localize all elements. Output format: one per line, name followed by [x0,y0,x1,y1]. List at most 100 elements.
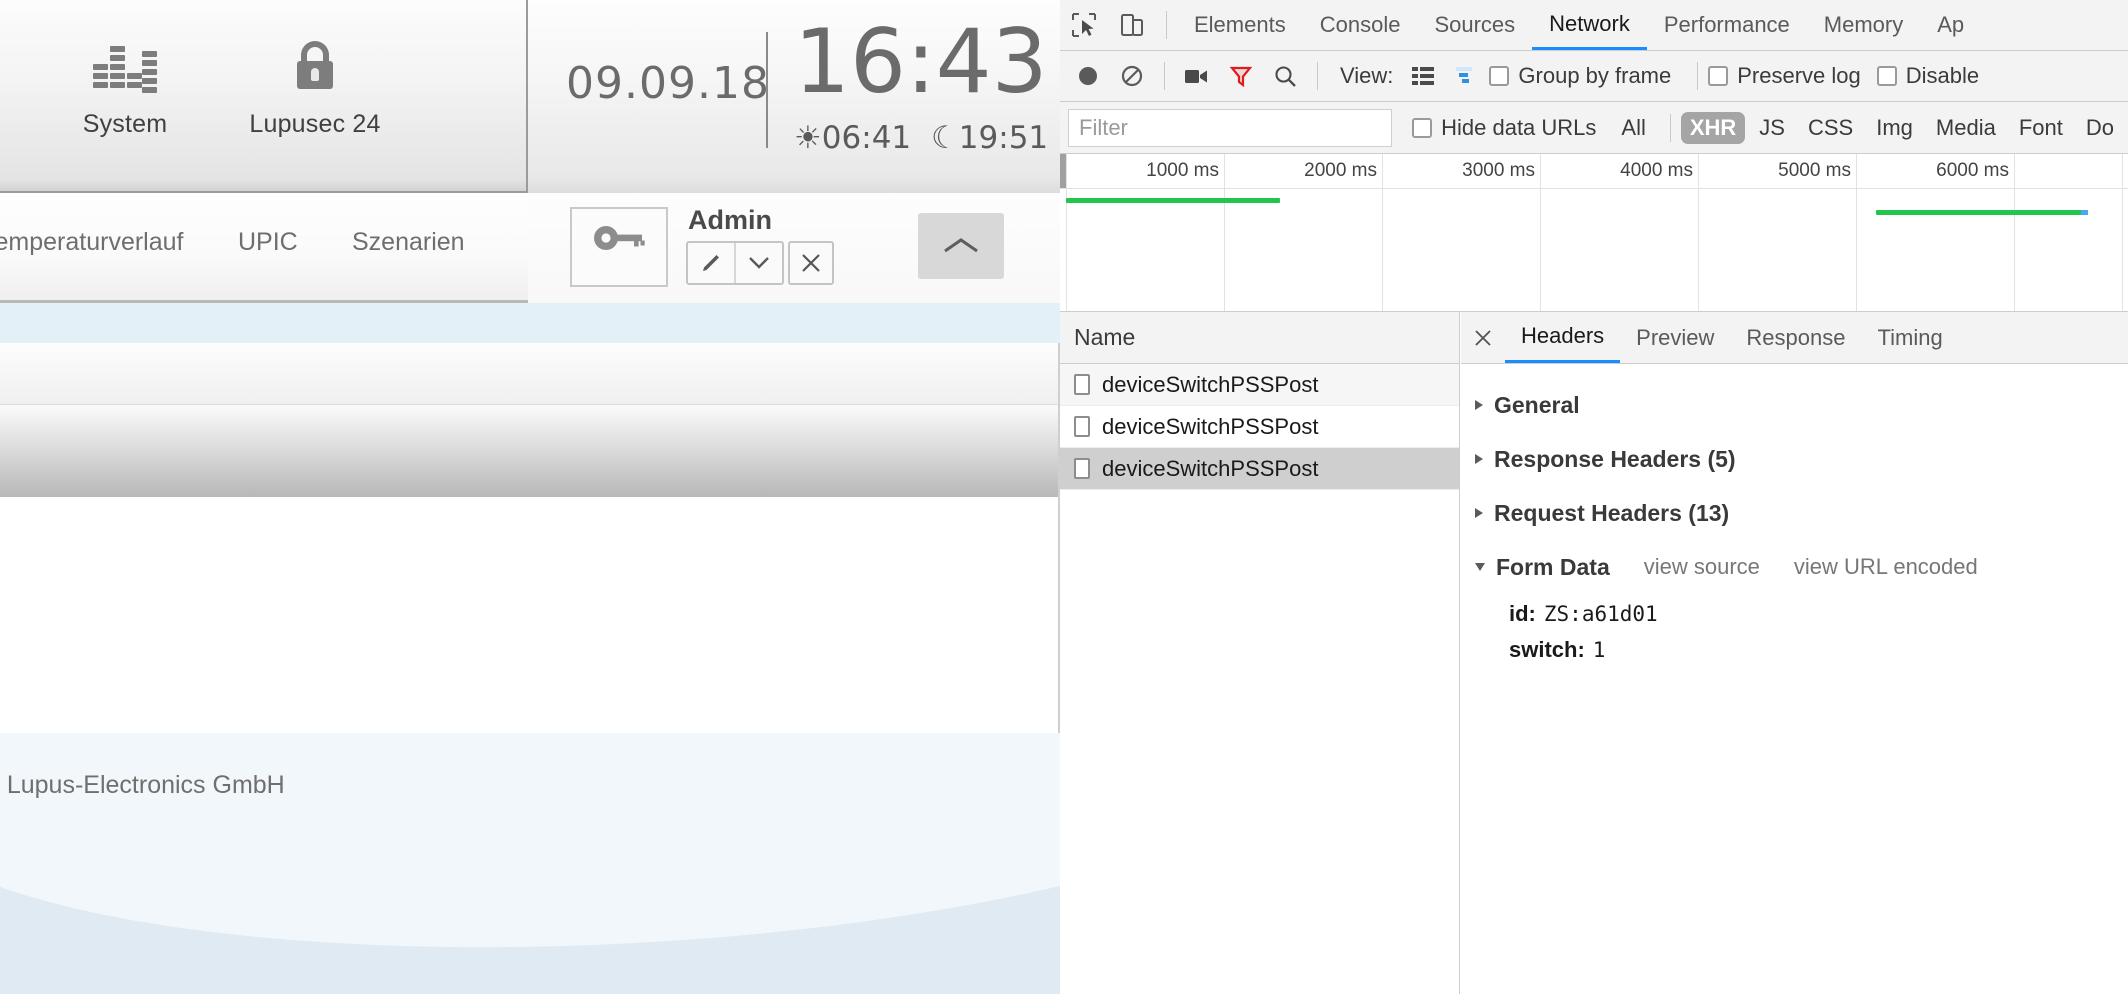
app-sub-navigation-bar: Temperaturverlauf UPIC Szenarien [0,193,528,303]
search-icon[interactable] [1263,54,1307,98]
list-view-icon[interactable] [1401,54,1445,98]
tab-memory[interactable]: Memory [1807,0,1920,50]
timeline-tick-label-4000: 4000 ms [1620,160,1693,181]
inspect-element-icon[interactable] [1060,0,1108,50]
disable-cache-checkbox-box[interactable] [1876,66,1897,86]
nav-item-lupusec24-label: Lupusec 24 [249,110,381,138]
waterfall-view-icon[interactable] [1445,54,1489,98]
app-footer: 8 Lupus-Electronics GmbH [0,733,1060,994]
network-timeline-overview[interactable]: 1000 ms 2000 ms 3000 ms 4000 ms 5000 ms … [1060,154,2128,312]
camera-icon[interactable] [1175,54,1219,98]
tab-response[interactable]: Response [1730,312,1861,363]
subnav-item-upic[interactable]: UPIC [238,228,298,257]
key-icon[interactable] [570,207,668,287]
sun-icon: ☀ [794,120,822,156]
group-by-frame-checkbox-box[interactable] [1489,66,1510,86]
triangle-right-icon [1475,400,1483,410]
form-data-key: id: [1509,601,1536,626]
subnav-item-temperaturverlauf[interactable]: Temperaturverlauf [0,228,183,257]
tab-headers[interactable]: Headers [1505,312,1621,363]
document-icon [1074,416,1090,437]
section-form-data-label: Form Data [1496,553,1610,580]
type-filter-font[interactable]: Font [2010,112,2072,144]
disable-cache-checkbox[interactable]: Disable [1876,63,1980,89]
tab-console[interactable]: Console [1303,0,1418,50]
chevron-up-icon[interactable] [918,213,1004,279]
sunset-time: 19:51 [958,120,1049,156]
sunrise-sunset-row: ☀06:41 ☾19:51 [794,120,1048,156]
document-icon [1074,458,1090,479]
type-filter-xhr[interactable]: XHR [1680,111,1746,144]
type-filter-css[interactable]: CSS [1799,112,1862,144]
funnel-icon[interactable] [1219,54,1263,98]
timeline-tick-label-5000: 5000 ms [1778,160,1851,181]
type-filter-doc[interactable]: Do [2077,112,2123,144]
list-item[interactable]: deviceSwitchPSSPost [1060,406,1459,448]
lock-icon [220,34,410,96]
nav-item-lupusec24[interactable]: Lupusec 24 [220,34,410,139]
app-top-navigation-bar: g [0,0,1060,193]
preserve-log-checkbox-box[interactable] [1708,66,1729,86]
timeline-tick-label-3000: 3000 ms [1462,160,1535,181]
form-data-key: switch: [1509,637,1585,662]
close-icon[interactable] [788,241,834,285]
section-request-headers[interactable]: Request Headers (13) [1461,494,2128,532]
type-filter-img[interactable]: Img [1867,112,1922,144]
moon-icon: ☾ [931,120,959,156]
disable-cache-label: Disable [1905,63,1980,88]
view-source-link[interactable]: view source [1644,554,1760,580]
hide-data-urls-checkbox[interactable]: Hide data URLs [1412,115,1596,141]
timeline-tick-7000: 7000 [2122,154,2123,311]
type-filter-media[interactable]: Media [1927,112,2005,144]
clear-forbidden-icon[interactable] [1110,54,1154,98]
devtools-tabbar: Elements Console Sources Network Perform… [1060,0,2128,51]
chrome-devtools-panel: Elements Console Sources Network Perform… [1060,0,2128,994]
toolbar-divider-4 [1697,62,1699,90]
tab-elements[interactable]: Elements [1177,0,1303,50]
list-item[interactable]: deviceSwitchPSSPost [1060,448,1459,490]
request-detail-tabbar: Headers Preview Response Timing [1461,312,2128,364]
tab-preview[interactable]: Preview [1620,312,1730,363]
timeline-tick-label-6000: 6000 ms [1936,160,2009,181]
group-by-frame-checkbox[interactable]: Group by frame [1489,63,1671,89]
list-item[interactable]: deviceSwitchPSSPost [1060,364,1459,406]
tab-sources[interactable]: Sources [1417,0,1532,50]
screen-root: g [0,0,2128,994]
tab-application[interactable]: Ap [1920,0,1981,50]
tab-performance[interactable]: Performance [1647,0,1807,50]
nav-item-system[interactable]: System [30,34,220,139]
preserve-log-checkbox[interactable]: Preserve log [1708,63,1861,89]
section-general[interactable]: General [1461,386,2128,424]
toolbar-divider-3 [1317,62,1318,90]
admin-edit-button-group [686,241,784,285]
form-data-value: ZS:a61d01 [1543,602,1658,626]
section-response-headers[interactable]: Response Headers (5) [1461,440,2128,478]
timeline-bar-tail [2081,210,2088,215]
pencil-icon[interactable] [688,243,734,283]
tab-timing[interactable]: Timing [1861,312,1958,363]
admin-username: Admin [688,205,772,235]
hide-data-urls-checkbox-box[interactable] [1412,117,1433,138]
request-detail-pane: Headers Preview Response Timing General … [1461,312,2128,994]
subnav-item-szenarien[interactable]: Szenarien [352,228,465,257]
type-filter-all[interactable]: All [1612,112,1654,144]
section-response-headers-label: Response Headers (5) [1494,445,1736,472]
panel-header-bar [0,343,1058,405]
timeline-request-bar [1876,210,2088,215]
timeline-tick-label-2000: 2000 ms [1304,160,1377,181]
clock-divider [766,32,768,148]
filter-input[interactable] [1068,108,1393,147]
tab-network[interactable]: Network [1532,0,1647,50]
record-circle-icon[interactable] [1066,54,1110,98]
request-list-column-header: Name [1060,312,1459,364]
network-toolbar: View: Group by frame Preserve log Disabl… [1060,51,2128,102]
type-filter-js[interactable]: JS [1750,112,1794,144]
equalizer-icon [30,34,220,96]
close-icon[interactable] [1461,312,1505,363]
view-url-encoded-link[interactable]: view URL encoded [1794,554,1978,580]
section-request-headers-label: Request Headers (13) [1494,499,1730,526]
page-accent-strip [0,303,1060,343]
section-form-data[interactable]: Form Data view source view URL encoded [1461,548,2128,586]
chevron-down-icon[interactable] [734,243,782,283]
device-toolbar-icon[interactable] [1108,0,1156,50]
